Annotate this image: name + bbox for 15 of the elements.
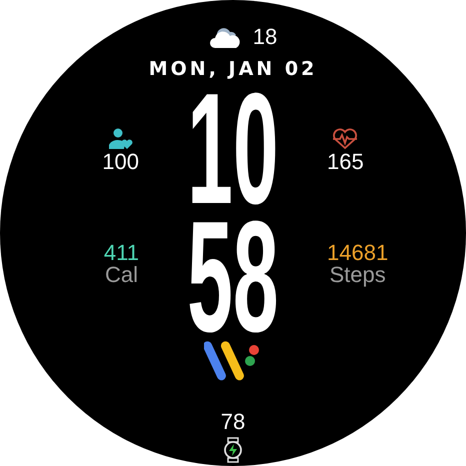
battery-level: 78	[220, 411, 246, 433]
complication-value: 14681	[327, 241, 388, 264]
temperature: 18	[252, 26, 278, 48]
complication-label: Cal	[104, 264, 138, 286]
hours: 10	[187, 86, 279, 216]
logo-icon	[204, 341, 262, 383]
date: MON, JAN 02	[148, 60, 318, 79]
complication-value: 165	[327, 150, 364, 174]
complication-label: Steps	[329, 264, 386, 286]
watch-charging-icon	[223, 437, 243, 463]
complication-value: 411	[104, 241, 139, 264]
minutes: 58	[187, 214, 279, 344]
person-heart-icon	[108, 128, 133, 150]
complication-value: 100	[102, 150, 139, 174]
heart-pulse-icon	[332, 128, 358, 150]
